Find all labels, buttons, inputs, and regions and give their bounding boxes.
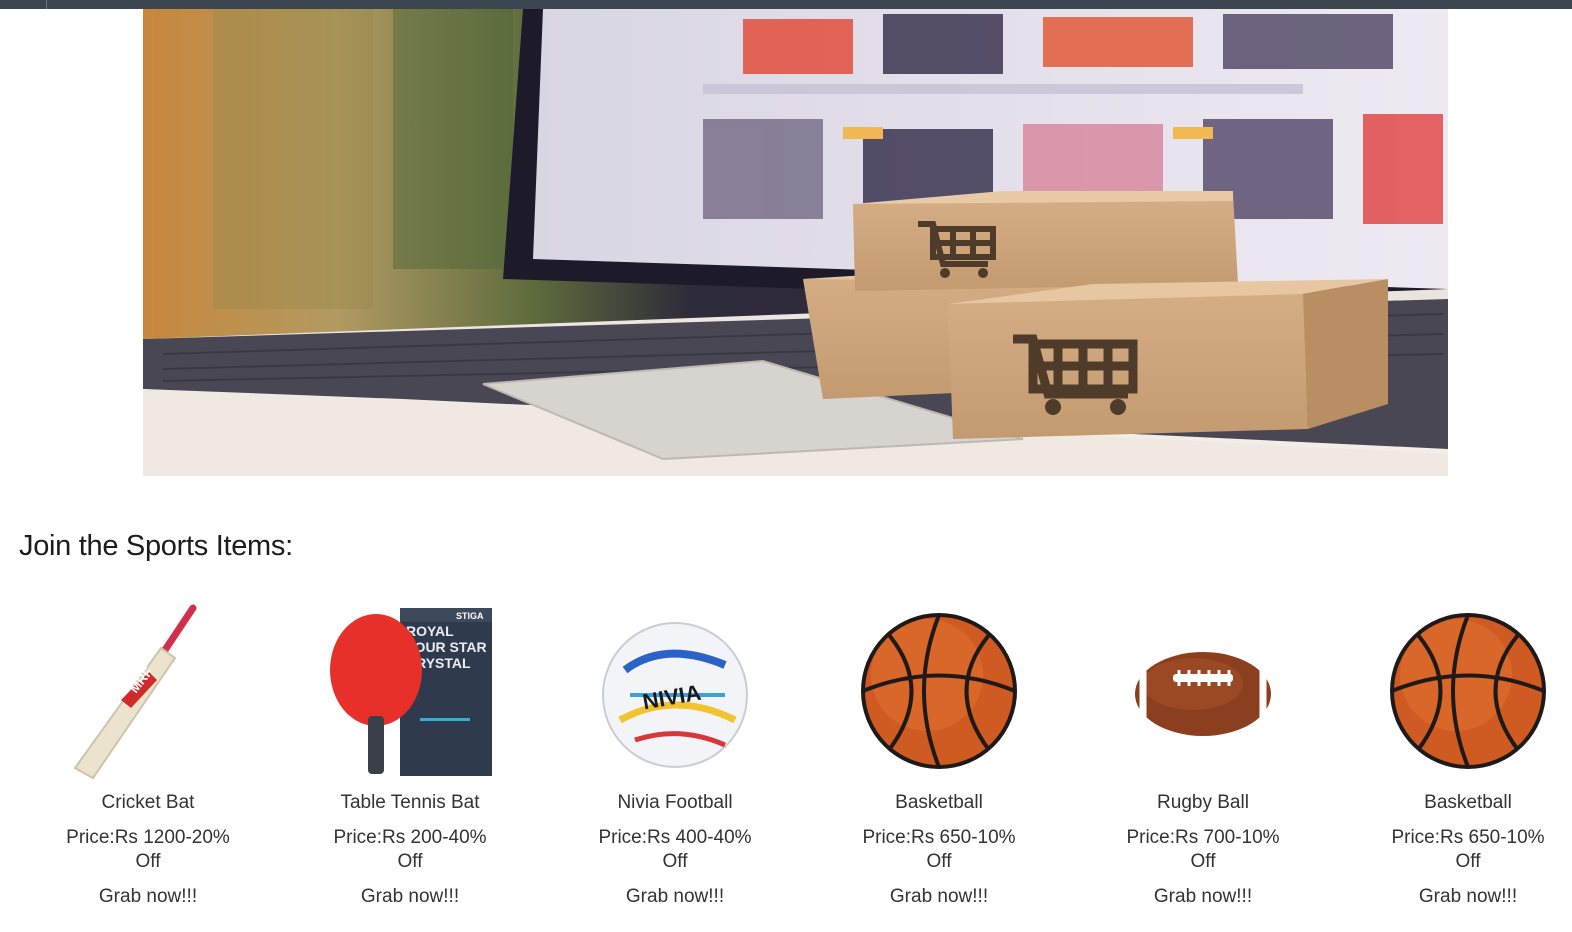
basketball-icon xyxy=(861,613,1017,769)
product-price: Price:Rs 400-40% Off xyxy=(598,827,752,872)
product-name: Basketball xyxy=(895,792,983,813)
product-image[interactable] xyxy=(1348,600,1572,780)
product-card[interactable]: Basketball Price:Rs 650-10% Off Grab now… xyxy=(1348,600,1572,908)
product-card[interactable]: Rugby Ball Price:Rs 700-10% Off Grab now… xyxy=(1083,600,1323,908)
product-card[interactable]: Basketball Price:Rs 650-10% Off Grab now… xyxy=(819,600,1059,908)
grab-now-link[interactable]: Grab now!!! xyxy=(1348,886,1572,908)
product-name: Table Tennis Bat xyxy=(340,792,480,813)
rugby-ball-icon xyxy=(1135,652,1271,736)
top-bar-divider xyxy=(46,0,47,9)
grab-now-link[interactable]: Grab now!!! xyxy=(555,886,795,908)
browser-top-bar xyxy=(0,0,1572,9)
product-price: Price:Rs 700-10% Off xyxy=(1126,827,1280,872)
hero-banner-image xyxy=(143,9,1448,476)
cart-box-front xyxy=(948,279,1388,439)
product-name: Cricket Bat xyxy=(101,792,195,813)
football-icon: NIVIA xyxy=(602,622,748,768)
product-name: Basketball xyxy=(1424,792,1512,813)
cart-box-top xyxy=(853,191,1238,291)
product-card[interactable]: NIVIA Nivia Football Price:Rs 400-40% Of… xyxy=(555,600,795,908)
product-name: Nivia Football xyxy=(617,792,733,813)
product-price: Price:Rs 200-40% Off xyxy=(333,827,487,872)
svg-text:STIGA: STIGA xyxy=(456,611,484,621)
product-name: Rugby Ball xyxy=(1157,792,1249,813)
svg-text:ROYAL: ROYAL xyxy=(406,623,454,639)
grab-now-link[interactable]: Grab now!!! xyxy=(28,886,268,908)
product-image[interactable]: MRF xyxy=(28,600,268,780)
section-title: Join the Sports Items: xyxy=(19,530,293,562)
product-card[interactable]: MRF Cricket Bat Price:Rs 1200-20% Off Gr… xyxy=(28,600,268,908)
product-card[interactable]: STIGA ROYAL FOUR STAR CRYSTAL Table Tenn… xyxy=(290,600,530,908)
basketball-icon xyxy=(1390,613,1546,769)
product-price: Price:Rs 1200-20% Off xyxy=(66,827,230,872)
product-image[interactable] xyxy=(1083,600,1323,780)
grab-now-link[interactable]: Grab now!!! xyxy=(1083,886,1323,908)
grab-now-link[interactable]: Grab now!!! xyxy=(819,886,1059,908)
product-image[interactable] xyxy=(819,600,1059,780)
product-image[interactable]: STIGA ROYAL FOUR STAR CRYSTAL xyxy=(290,600,530,780)
hero-banner xyxy=(143,9,1448,476)
product-price: Price:Rs 650-10% Off xyxy=(1391,827,1545,872)
cricket-bat-icon: MRF xyxy=(73,604,197,780)
product-price: Price:Rs 650-10% Off xyxy=(862,827,1016,872)
grab-now-link[interactable]: Grab now!!! xyxy=(290,886,530,908)
product-image[interactable]: NIVIA xyxy=(555,600,795,780)
table-tennis-bat-icon: STIGA ROYAL FOUR STAR CRYSTAL xyxy=(330,608,492,776)
